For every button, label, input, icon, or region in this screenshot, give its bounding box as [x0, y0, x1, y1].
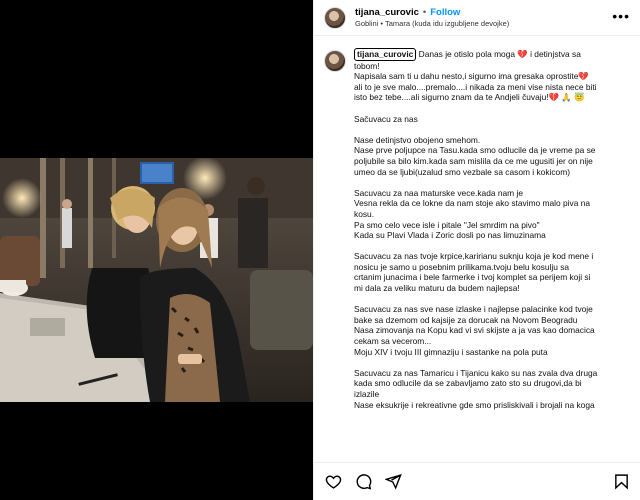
- caption-line: kada smo odlucile da se zabavljamo zato …: [354, 378, 582, 389]
- avatar[interactable]: [324, 6, 346, 29]
- caption-username[interactable]: tijana_curovic: [354, 48, 417, 61]
- caption-line: Sačuvacu za nas: [354, 113, 418, 124]
- caption-line: Nase eksukrije i rekreativne gde smo pri…: [354, 399, 595, 410]
- caption-area: tijana_curovic Danas je otislo pola moga…: [324, 48, 630, 460]
- post-header: tijana_curovic • Follow Goblini • Tamara…: [314, 0, 640, 36]
- caption-line: Nase detinjstvo obojeno smehom.: [354, 134, 481, 145]
- caption-avatar[interactable]: [324, 50, 346, 72]
- header-username[interactable]: tijana_curovic: [355, 7, 419, 19]
- caption-line: Sacuvacu za nas sve nase izlaske i najle…: [354, 304, 593, 315]
- caption-line: Danas je otislo pola moga 💔 i detinjstva…: [418, 49, 581, 59]
- photo-image: [0, 158, 313, 402]
- action-bar: [314, 462, 640, 500]
- caption-line: nosicu je samo u posebnim prilikama.tvoj…: [354, 261, 570, 272]
- post-viewer: tijana_curovic • Follow Goblini • Tamara…: [0, 0, 640, 500]
- heart-icon[interactable]: [324, 473, 342, 491]
- caption-line: poljubile sa bilo kim.kada sam mislila d…: [354, 155, 593, 166]
- follow-button[interactable]: Follow: [430, 7, 460, 19]
- caption-line: Moju XIV i tvoju III gimnaziju i sastank…: [354, 346, 548, 357]
- caption-line: mi dala za veliku maturu da budem najlep…: [354, 283, 520, 294]
- bookmark-icon[interactable]: [612, 473, 630, 491]
- caption-line: Napisala sam ti u dahu nesto,i sigurno i…: [354, 71, 589, 82]
- caption-line: cekam sa vecerom...: [354, 336, 432, 347]
- caption-line: ali to je sve malo....premalo....i nikad…: [354, 81, 597, 92]
- caption-line: Pa smo celo vece isle i pitale "Jel smrd…: [354, 219, 540, 230]
- caption-line: Nasa zimovanja na Kopu kad vi svi skijst…: [354, 325, 595, 336]
- post-media[interactable]: [0, 0, 313, 500]
- caption-line: umeo da se ljubi(uzalud smo vezbale sa c…: [354, 166, 570, 177]
- caption-text: tijana_curovic Danas je otislo pola moga…: [354, 48, 597, 410]
- caption-line: Sacuvacu za nas tvoje krpice,karirianu s…: [354, 251, 594, 262]
- comment-icon[interactable]: [354, 473, 372, 491]
- caption-line: tobom!: [354, 60, 380, 71]
- share-icon[interactable]: [384, 473, 402, 491]
- caption-line: bake sa dzemom od kajsije za dorucak na …: [354, 314, 578, 325]
- separator-dot: •: [422, 6, 427, 18]
- caption-line: Sacuvacu za naa maturske vece.kada nam j…: [354, 187, 523, 198]
- post-side-panel: tijana_curovic • Follow Goblini • Tamara…: [313, 0, 640, 500]
- caption-line: isto bez tebe....ali sigurno znam da te …: [354, 92, 585, 103]
- caption-line: Nase prve poljupce na Tasu.kada smo odlu…: [354, 145, 596, 156]
- caption-line: Sacuvacu za nas Tamaricu i Tijanicu kako…: [354, 367, 598, 378]
- audio-track-link[interactable]: Goblini • Tamara (kuda idu izgubljene de…: [355, 19, 509, 28]
- caption-line: kosu.: [354, 208, 375, 219]
- post-photo[interactable]: [0, 158, 313, 402]
- caption-line: Vesna rekla da ce lokne da nam stoje ako…: [354, 198, 591, 209]
- caption-line: izlazile: [354, 389, 380, 399]
- more-options-icon[interactable]: •••: [612, 8, 630, 24]
- caption-line: crtanim junacima i bele farmerke i tvoj …: [354, 272, 591, 283]
- caption-line: Kada su Plavi Vlada i Zoric dosli po nas…: [354, 230, 546, 241]
